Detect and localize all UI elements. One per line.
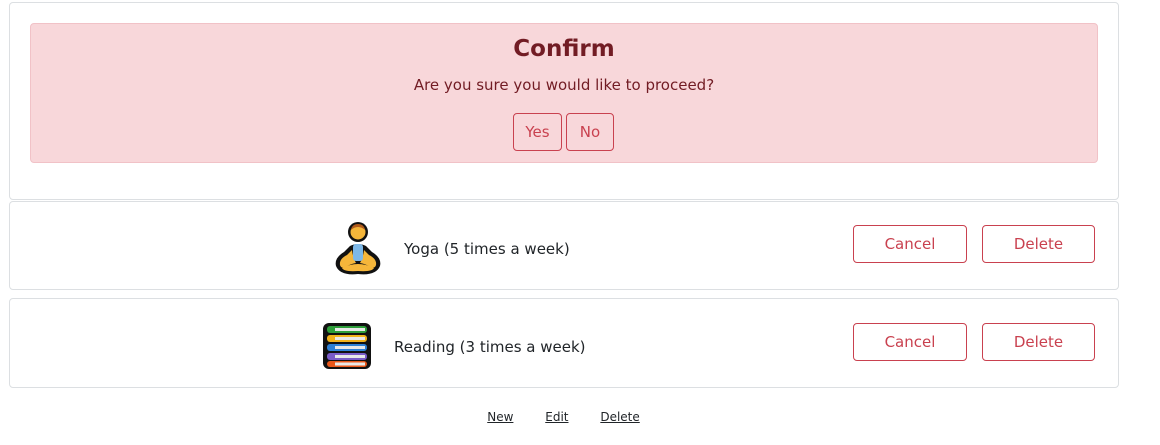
item-label: Reading (3 times a week) <box>394 338 586 356</box>
confirm-message: Are you sure you would like to proceed? <box>413 76 715 94</box>
edit-link[interactable]: Edit <box>545 410 568 424</box>
confirm-panel: Confirm Are you sure you would like to p… <box>9 2 1119 200</box>
footer-links: New Edit Delete <box>0 410 1127 424</box>
delete-button[interactable]: Delete <box>982 323 1095 361</box>
confirm-alert: Confirm Are you sure you would like to p… <box>30 23 1098 163</box>
cancel-button[interactable]: Cancel <box>853 323 967 361</box>
cancel-button[interactable]: Cancel <box>853 225 967 263</box>
yes-button[interactable]: Yes <box>513 113 562 151</box>
books-stack-icon <box>323 323 371 369</box>
confirm-title: Confirm <box>513 36 615 62</box>
no-button[interactable]: No <box>566 113 614 151</box>
delete-link[interactable]: Delete <box>600 410 639 424</box>
list-item: Reading (3 times a week) Cancel Delete <box>9 298 1119 388</box>
delete-button[interactable]: Delete <box>982 225 1095 263</box>
yoga-person-icon <box>335 222 381 275</box>
list-item: Yoga (5 times a week) Cancel Delete <box>9 201 1119 290</box>
new-link[interactable]: New <box>487 410 513 424</box>
item-label: Yoga (5 times a week) <box>404 240 570 258</box>
